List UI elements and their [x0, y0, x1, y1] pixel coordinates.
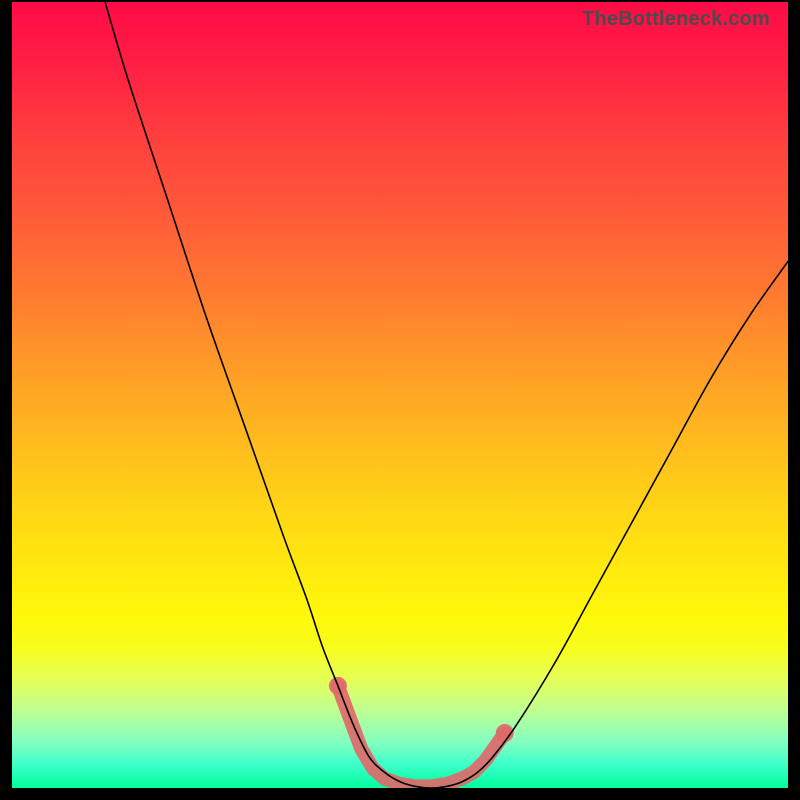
chart-svg — [12, 2, 788, 788]
curve-path — [105, 2, 788, 788]
plot-area: TheBottleneck.com — [12, 2, 788, 788]
chart-container: TheBottleneck.com — [0, 0, 800, 800]
